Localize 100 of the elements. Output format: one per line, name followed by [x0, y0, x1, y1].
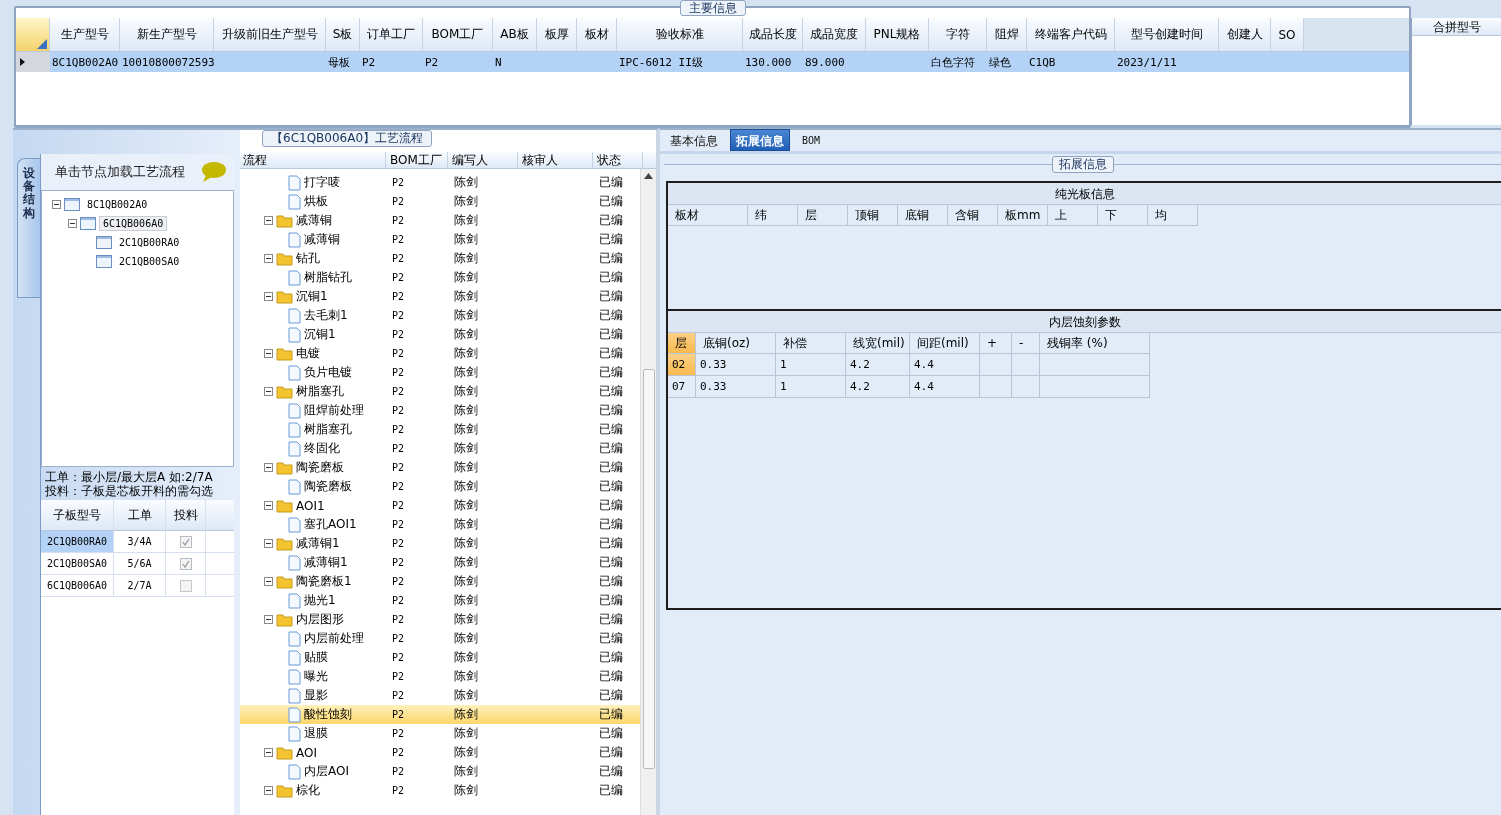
checkbox[interactable] [179, 579, 192, 592]
table-cell[interactable]: 4.4 [910, 354, 980, 376]
collapse-icon[interactable] [264, 615, 273, 624]
tab[interactable]: 基本信息 [664, 129, 724, 151]
process-row[interactable]: AOI P2 陈剑 已编 [240, 743, 640, 762]
checkbox[interactable] [179, 535, 192, 548]
column-header[interactable]: 流程 [240, 152, 386, 168]
process-row[interactable]: 去毛刺1 P2 陈剑 已编 [240, 306, 640, 325]
column-header[interactable]: 下 [1098, 205, 1148, 226]
column-header[interactable]: 成品长度 [743, 18, 803, 51]
collapse-icon[interactable] [264, 501, 273, 510]
process-row[interactable]: 抛光1 P2 陈剑 已编 [240, 591, 640, 610]
scroll-up-icon[interactable] [644, 173, 653, 179]
process-row[interactable]: 酸性蚀刻 P2 陈剑 已编 [240, 705, 640, 724]
column-header[interactable]: 层 [668, 333, 696, 354]
column-header[interactable]: S板 [326, 18, 360, 51]
column-header[interactable]: 创建人 [1219, 18, 1271, 51]
process-row[interactable]: 显影 P2 陈剑 已编 [240, 686, 640, 705]
column-header[interactable]: 含铜 [948, 205, 998, 226]
select-all-corner[interactable] [16, 18, 50, 51]
column-header[interactable]: 底铜 [898, 205, 948, 226]
collapse-icon[interactable] [264, 577, 273, 586]
process-row[interactable]: 棕化 P2 陈剑 已编 [240, 781, 640, 800]
column-header[interactable]: 字符 [929, 18, 987, 51]
collapse-icon[interactable] [264, 216, 273, 225]
table-row[interactable]: 8C1QB002A0 10010800072593 母板 P2 P2 N IPC-6012 II级 130.000 89.000 白色字符 绿色 C1QB 2023/1/11 [16, 52, 1409, 72]
table-cell[interactable]: 2C1QB00RA0 [41, 531, 114, 552]
column-header[interactable]: 板材 [668, 205, 748, 226]
process-row[interactable]: 塞孔AOI1 P2 陈剑 已编 [240, 515, 640, 534]
process-row[interactable]: 曝光 P2 陈剑 已编 [240, 667, 640, 686]
process-row[interactable]: 钻孔 P2 陈剑 已编 [240, 249, 640, 268]
process-row[interactable]: 内层前处理 P2 陈剑 已编 [240, 629, 640, 648]
process-row[interactable]: 打字唛 P2 陈剑 已编 [240, 173, 640, 192]
column-header[interactable]: 纬 [748, 205, 798, 226]
table-cell[interactable]: 4.2 [846, 354, 910, 376]
column-header[interactable]: 终端客户代码 [1027, 18, 1115, 51]
process-row[interactable]: 内层AOI P2 陈剑 已编 [240, 762, 640, 781]
empty-cell[interactable] [980, 376, 1012, 398]
column-header[interactable]: 阻焊 [987, 18, 1027, 51]
checkbox[interactable] [179, 557, 192, 570]
column-header[interactable]: 层 [798, 205, 848, 226]
process-row[interactable]: 树脂塞孔 P2 陈剑 已编 [240, 382, 640, 401]
process-row[interactable]: 陶瓷磨板 P2 陈剑 已编 [240, 477, 640, 496]
process-row[interactable]: 沉铜1 P2 陈剑 已编 [240, 325, 640, 344]
process-row[interactable]: 终固化 P2 陈剑 已编 [240, 439, 640, 458]
process-row[interactable]: 电镀 P2 陈剑 已编 [240, 344, 640, 363]
column-header[interactable]: 线宽(mil) [846, 333, 910, 354]
column-header[interactable]: 型号创建时间 [1115, 18, 1219, 51]
column-header[interactable]: 生产型号 [50, 18, 120, 51]
table-cell[interactable]: 4.4 [910, 376, 980, 398]
process-row[interactable]: 陶瓷磨板 P2 陈剑 已编 [240, 458, 640, 477]
collapse-icon[interactable] [68, 219, 77, 228]
tab[interactable]: BOM [796, 129, 827, 151]
column-header[interactable]: 板材 [577, 18, 617, 51]
process-row[interactable]: 沉铜1 P2 陈剑 已编 [240, 287, 640, 306]
collapse-icon[interactable] [264, 292, 273, 301]
table-cell[interactable]: 2C1QB00SA0 [41, 553, 114, 574]
column-header[interactable]: 订单工厂 [360, 18, 423, 51]
column-header[interactable]: 板mm [998, 205, 1048, 226]
column-header[interactable]: + [980, 333, 1012, 354]
table-cell[interactable]: 0.33 [696, 354, 776, 376]
table-cell[interactable]: 6C1QB006A0 [41, 575, 114, 596]
column-header[interactable]: - [1012, 333, 1040, 354]
process-row[interactable]: AOI1 P2 陈剑 已编 [240, 496, 640, 515]
process-row[interactable]: 树脂塞孔 P2 陈剑 已编 [240, 420, 640, 439]
empty-cell[interactable] [1040, 354, 1150, 376]
process-row[interactable]: 减薄铜 P2 陈剑 已编 [240, 230, 640, 249]
process-row[interactable]: 减薄铜 P2 陈剑 已编 [240, 211, 640, 230]
collapse-icon[interactable] [264, 254, 273, 263]
tree-node[interactable]: 2C1QB00SA0 [115, 254, 184, 269]
tab[interactable]: 拓展信息 [730, 129, 790, 151]
column-header[interactable]: 编写人 [448, 152, 518, 168]
empty-cell[interactable] [1040, 376, 1150, 398]
process-row[interactable]: 陶瓷磨板1 P2 陈剑 已编 [240, 572, 640, 591]
collapse-icon[interactable] [264, 463, 273, 472]
collapse-icon[interactable] [264, 786, 273, 795]
column-header[interactable]: 合拼型号 [1412, 18, 1501, 36]
column-header[interactable]: 新生产型号 [120, 18, 214, 51]
empty-cell[interactable] [980, 354, 1012, 376]
column-header[interactable]: 工单 [114, 500, 166, 530]
process-row[interactable]: 阻焊前处理 P2 陈剑 已编 [240, 401, 640, 420]
table-cell[interactable]: 4.2 [846, 376, 910, 398]
empty-cell[interactable] [1012, 354, 1040, 376]
column-header[interactable]: 补偿 [776, 333, 846, 354]
column-header[interactable]: 均 [1148, 205, 1198, 226]
collapse-icon[interactable] [264, 748, 273, 757]
column-header[interactable]: 子板型号 [41, 500, 114, 530]
process-row[interactable]: 贴膜 P2 陈剑 已编 [240, 648, 640, 667]
table-cell[interactable]: 0.33 [696, 376, 776, 398]
process-row[interactable]: 减薄铜1 P2 陈剑 已编 [240, 534, 640, 553]
table-cell[interactable]: 02 [668, 354, 696, 376]
tree-node[interactable]: 8C1QB002A0 [83, 197, 152, 212]
tree-node[interactable]: 6C1QB006A0 [99, 216, 168, 231]
column-header[interactable]: BOM工厂 [423, 18, 493, 51]
column-header[interactable]: AB板 [493, 18, 537, 51]
column-header[interactable]: 上 [1048, 205, 1098, 226]
collapse-icon[interactable] [264, 539, 273, 548]
process-row[interactable]: 内层图形 P2 陈剑 已编 [240, 610, 640, 629]
table-cell[interactable]: 1 [776, 376, 846, 398]
column-header[interactable]: 核审人 [518, 152, 593, 168]
